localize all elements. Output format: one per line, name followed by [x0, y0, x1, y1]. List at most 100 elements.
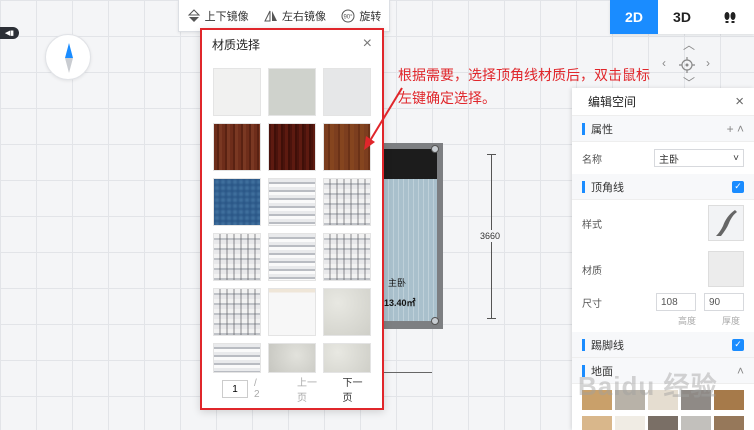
chevron-up-icon[interactable]: ˄: [737, 364, 744, 378]
height-input[interactable]: 108: [656, 293, 696, 311]
pan-control: ︿ ‹ › ﹀: [662, 38, 714, 90]
material-tile[interactable]: [268, 233, 316, 281]
section-label: 踢脚线: [591, 339, 624, 352]
thickness-caption: 厚度: [721, 315, 740, 326]
room-name-label: 主卧: [388, 278, 407, 288]
name-label: 名称: [582, 154, 602, 166]
material-tile[interactable]: [213, 68, 261, 116]
roam-view-button[interactable]: [706, 0, 754, 34]
flip-vertical-icon: [187, 8, 200, 22]
material-label: 材质: [582, 265, 602, 277]
baseboard-checkbox-wrap: ✓: [732, 338, 744, 351]
material-tile[interactable]: [323, 233, 371, 281]
material-tile[interactable]: [323, 343, 371, 373]
rotate-label: 旋转: [359, 10, 382, 23]
material-grid: [213, 68, 376, 373]
cornice-checkbox[interactable]: ✓: [732, 180, 744, 193]
view-3d-button[interactable]: 3D: [658, 0, 706, 34]
dimension-label: 3660: [480, 230, 501, 242]
floor-tile[interactable]: [648, 416, 678, 430]
section-marker: [582, 180, 585, 193]
material-row: 材质: [572, 246, 754, 292]
flip-horizontal-icon: [264, 10, 277, 21]
material-tile[interactable]: [268, 68, 316, 116]
dialog-title: 材质选择: [212, 37, 261, 52]
material-tile[interactable]: [213, 288, 261, 336]
prev-page-button[interactable]: 上一页: [297, 374, 327, 404]
footprints-icon: [724, 12, 736, 23]
close-icon[interactable]: ×: [735, 93, 744, 110]
panel-header: 编辑空间 ×: [572, 88, 754, 116]
cornice-material-swatch[interactable]: [708, 251, 744, 287]
section-label: 顶角线: [591, 181, 624, 194]
page-total: / 2: [254, 378, 260, 400]
cornice-style-swatch[interactable]: [708, 205, 744, 241]
material-tile[interactable]: [268, 178, 316, 226]
corner-handle[interactable]: [431, 145, 439, 153]
size-row: 尺寸 108 90: [572, 292, 754, 312]
floor-tile[interactable]: [582, 416, 612, 430]
pan-up-icon[interactable]: ︿: [683, 36, 695, 53]
material-tile[interactable]: [268, 288, 316, 336]
dialog-header: 材质选择 ×: [202, 30, 382, 58]
section-marker: [582, 338, 585, 351]
dimension-tick: [487, 154, 496, 155]
flip-vertical-label: 上下镜像: [204, 10, 249, 23]
floor-tile[interactable]: [681, 416, 711, 430]
pan-right-icon[interactable]: ›: [706, 56, 710, 70]
rotate-button[interactable]: 90° 旋转: [341, 8, 381, 24]
section-properties[interactable]: 属性 + ˄: [572, 116, 754, 142]
pagination: / 2 上一页 下一页: [222, 378, 372, 404]
material-tile[interactable]: [213, 233, 261, 281]
chevron-down-icon: ˅: [733, 152, 739, 164]
material-tile[interactable]: [213, 343, 261, 373]
material-tile[interactable]: [323, 288, 371, 336]
height-caption: 高度: [677, 315, 696, 326]
section-baseboard[interactable]: 踢脚线 ✓: [572, 332, 754, 358]
floor-material-row: [572, 416, 754, 430]
view-switch: 2D 3D: [610, 0, 754, 34]
material-tile[interactable]: [268, 343, 316, 373]
chevron-up-icon[interactable]: ˄: [737, 122, 744, 136]
flip-vertical-button[interactable]: 上下镜像: [187, 8, 249, 24]
corner-handle[interactable]: [431, 317, 439, 325]
style-label: 样式: [582, 219, 602, 231]
size-caption-row: 高度 厚度: [572, 312, 754, 328]
next-page-button[interactable]: 下一页: [342, 374, 372, 404]
flip-horizontal-button[interactable]: 左右镜像: [264, 8, 326, 24]
style-row: 样式: [572, 200, 754, 246]
flip-horizontal-label: 左右镜像: [281, 10, 326, 23]
compass-needle-icon: [65, 43, 73, 73]
floor-tile[interactable]: [615, 416, 645, 430]
baidu-watermark: Baidu 经验: [578, 371, 718, 401]
center-target-icon[interactable]: [678, 56, 696, 74]
cornice-profile-icon: [716, 210, 737, 236]
floor-tile[interactable]: [714, 390, 744, 410]
name-row: 名称 主卧 ˅: [572, 142, 754, 174]
section-label: 属性: [591, 123, 613, 136]
plus-icon[interactable]: +: [727, 122, 734, 136]
material-tile[interactable]: [213, 178, 261, 226]
material-tile[interactable]: [268, 123, 316, 171]
collapse-sidebar-tab[interactable]: ◀▮: [0, 27, 19, 39]
section-marker: [582, 122, 585, 135]
material-select-dialog: 材质选择 × / 2 上一页 下一页: [200, 28, 384, 410]
floor-tile[interactable]: [714, 416, 744, 430]
baseboard-checkbox[interactable]: ✓: [732, 338, 744, 351]
material-tile[interactable]: [213, 123, 261, 171]
section-cornice[interactable]: 顶角线 ✓: [572, 174, 754, 200]
room-name-select[interactable]: 主卧 ˅: [654, 149, 744, 167]
material-tile[interactable]: [323, 178, 371, 226]
collapse-left-icon: ◀▮: [4, 30, 15, 37]
thickness-input[interactable]: 90: [704, 293, 744, 311]
pan-left-icon[interactable]: ‹: [662, 56, 666, 70]
section-controls: + ˄: [727, 122, 744, 136]
cornice-checkbox-wrap: ✓: [732, 180, 744, 193]
room-name-value: 主卧: [659, 154, 679, 166]
dimension-tick: [487, 318, 496, 319]
view-2d-button[interactable]: 2D: [610, 0, 658, 34]
panel-title: 编辑空间: [588, 95, 637, 109]
close-icon[interactable]: ×: [363, 35, 372, 53]
room-area-label: 13.40㎡: [384, 298, 416, 308]
page-number-input[interactable]: [222, 380, 248, 398]
